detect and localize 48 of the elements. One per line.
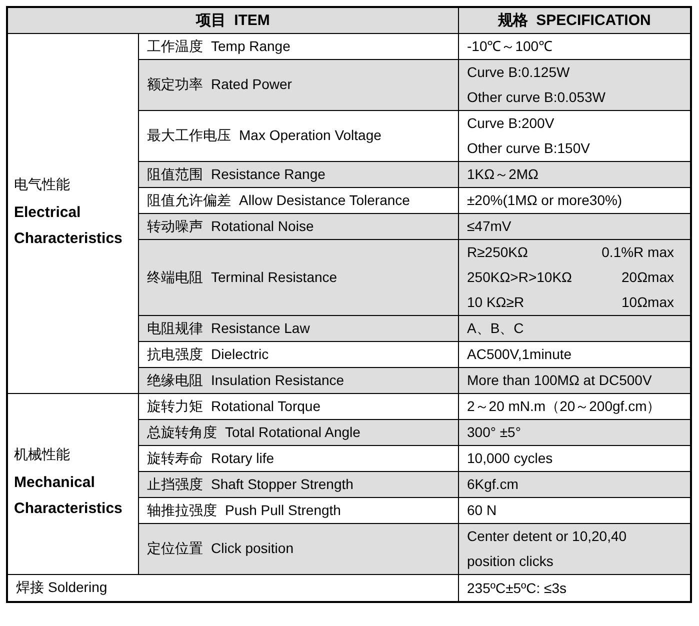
section-label: Mechanical Characteristics bbox=[14, 473, 124, 519]
spec-value: Center detent or 10,20,40 bbox=[467, 527, 627, 546]
column-header: 规格 SPECIFICATION bbox=[459, 8, 690, 34]
spec-value: 60 N bbox=[467, 501, 497, 520]
item-label: 旋转力矩 Rotational Torque bbox=[147, 398, 322, 416]
spec-value: Other curve B:150V bbox=[467, 139, 590, 158]
spec-value: Other curve B:0.053W bbox=[467, 88, 606, 107]
item-label: 止挡强度 Shaft Stopper Strength bbox=[147, 476, 354, 494]
item-label: 轴推拉强度 Push Pull Strength bbox=[147, 502, 342, 520]
section-label: 机械性能 bbox=[14, 446, 71, 464]
spec-value: 2～20 mN.m（20～200gf.cm） bbox=[467, 397, 661, 416]
item-label: 阻值允许偏差 Allow Desistance Tolerance bbox=[147, 192, 411, 210]
spec-value: ≤47mV bbox=[467, 217, 512, 236]
column-header: 项目 ITEM bbox=[8, 8, 459, 34]
spec-value: 10,000 cycles bbox=[467, 449, 553, 468]
spec-value: Curve B:200V bbox=[467, 114, 554, 133]
spec-value: 10 KΩ≥R bbox=[467, 293, 524, 312]
spec-value: 300° ±5° bbox=[467, 423, 521, 442]
spec-value: 10Ωmax bbox=[622, 293, 675, 312]
spec-value: 6Kgf.cm bbox=[467, 475, 518, 494]
item-label: 绝缘电阻 Insulation Resistance bbox=[147, 372, 346, 390]
spec-value: 1KΩ～2MΩ bbox=[467, 165, 539, 184]
item-label: 额定功率 Rated Power bbox=[147, 76, 293, 94]
spec-value: A、B、C bbox=[467, 319, 524, 338]
spec-value: ±20%(1MΩ or more30%) bbox=[467, 191, 622, 210]
item-label: 旋转寿命 Rotary life bbox=[147, 450, 276, 468]
spec-value: R≥250KΩ bbox=[467, 243, 528, 262]
spec-value: More than 100MΩ at DC500V bbox=[467, 371, 652, 390]
spec-value: position clicks bbox=[467, 552, 554, 571]
item-label: 抗电强度 Dielectric bbox=[147, 346, 270, 364]
item-label: 工作温度 Temp Range bbox=[147, 38, 292, 56]
item-label: 定位位置 Click position bbox=[147, 540, 294, 558]
item-label: 最大工作电压 Max Operation Voltage bbox=[147, 127, 382, 145]
spec-value: Curve B:0.125W bbox=[467, 63, 570, 82]
spec-value: -10℃～100℃ bbox=[467, 37, 553, 56]
item-label: 转动噪声 Rotational Noise bbox=[147, 218, 315, 236]
spec-value: 0.1%R max bbox=[602, 243, 675, 262]
spec-value: 250KΩ>R>10KΩ bbox=[467, 268, 572, 287]
item-label: 电阻规律 Resistance Law bbox=[147, 320, 311, 338]
spec-value: 235ºC±5ºC: ≤3s bbox=[467, 580, 568, 596]
section-label: 电气性能 bbox=[14, 176, 71, 194]
item-label: 焊接 Soldering bbox=[16, 579, 108, 597]
section-label: Electrical Characteristics bbox=[14, 202, 124, 248]
item-label: 阻值范围 Resistance Range bbox=[147, 166, 326, 184]
spec-value: 20Ωmax bbox=[622, 268, 675, 287]
item-label: 总旋转角度 Total Rotational Angle bbox=[147, 424, 362, 442]
item-label: 终端电阻 Terminal Resistance bbox=[147, 268, 338, 286]
spec-value: AC500V,1minute bbox=[467, 345, 572, 364]
